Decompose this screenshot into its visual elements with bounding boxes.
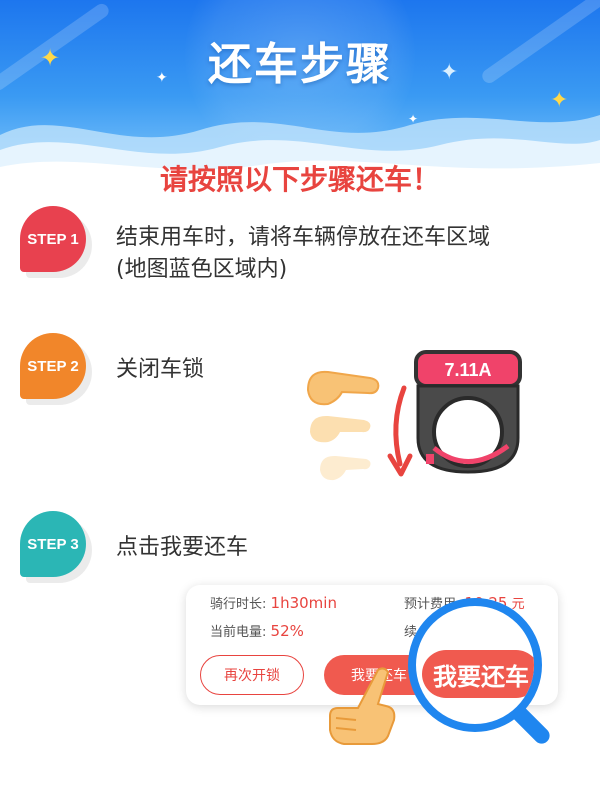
hand-pushing-icon <box>306 370 380 481</box>
page-subtitle: 请按照以下步骤还车！ <box>159 163 440 196</box>
step-3-badge-label: STEP 3 <box>27 535 79 553</box>
step-2-text: 关闭车锁 <box>116 354 204 386</box>
down-arrow-icon <box>387 385 413 477</box>
step-1-line2: (地图蓝色区域内) <box>116 257 288 282</box>
step-2-badge-label: STEP 2 <box>27 357 79 375</box>
battery-value: 52% <box>270 622 304 640</box>
magnifier-icon: 我要还车 <box>408 598 542 732</box>
lock-brand: 7.11A <box>444 360 491 380</box>
tapping-hand-icon <box>329 667 396 745</box>
step-3-badge: STEP 3 <box>20 511 86 577</box>
header-banner: ✦ ✦ ✦ ✦ ✦ 还车步骤 <box>0 0 600 175</box>
ride-time: 骑行时长: 1h30min <box>210 593 337 612</box>
step-1-badge-label: STEP 1 <box>27 230 79 248</box>
magnified-return-button[interactable]: 我要还车 <box>422 650 534 698</box>
ride-time-label: 骑行时长: <box>210 597 267 612</box>
step-2-badge: STEP 2 <box>20 333 86 399</box>
step-3-line1: 点击我要还车 <box>116 535 249 560</box>
step-2-line1: 关闭车锁 <box>116 357 205 382</box>
step-1-line1: 结束用车时，请将车辆停放在还车区域 <box>116 225 491 250</box>
battery: 当前电量: 52% <box>210 621 304 640</box>
reopen-lock-button[interactable]: 再次开锁 <box>200 655 304 695</box>
step-1-text: 结束用车时，请将车辆停放在还车区域 (地图蓝色区域内) <box>116 222 490 286</box>
ride-time-value: 1h30min <box>270 594 337 612</box>
step-3-text: 点击我要还车 <box>116 532 248 564</box>
sparkle-icon: ✦ <box>408 112 419 126</box>
battery-label: 当前电量: <box>210 625 267 640</box>
bike-lock-icon: 7.11A <box>414 350 522 474</box>
step-1-badge: STEP 1 <box>20 206 86 272</box>
page-title: 还车步骤 <box>208 39 392 90</box>
